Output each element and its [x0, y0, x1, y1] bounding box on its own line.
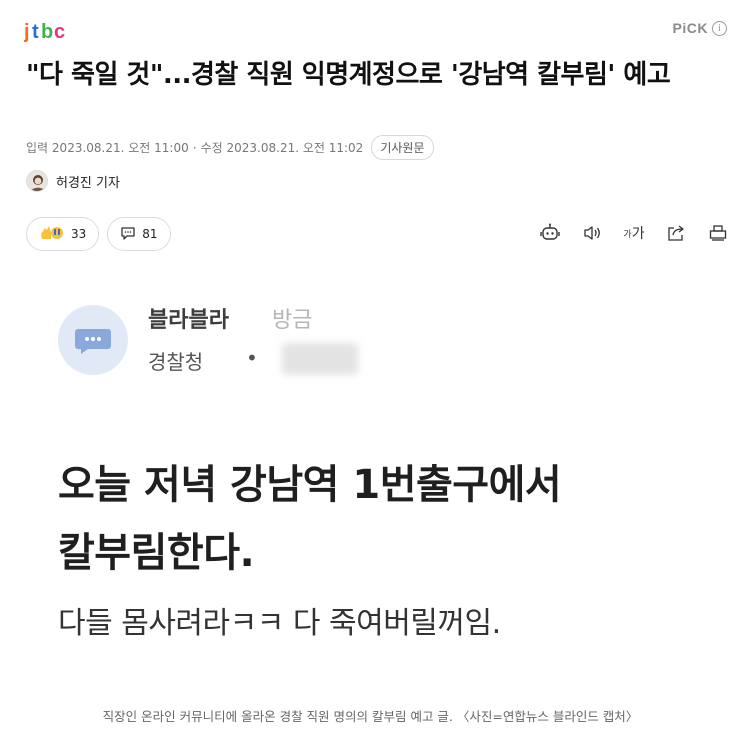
- article-meta: 입력 2023.08.21. 오전 11:00 · 수정 2023.08.21.…: [26, 135, 434, 160]
- summary-bot-icon[interactable]: [539, 222, 561, 244]
- comment-button[interactable]: 81: [107, 217, 171, 251]
- jtbc-logo-icon: j t b c: [24, 21, 65, 42]
- speaker-icon[interactable]: [581, 222, 603, 244]
- font-size-label: 가: [631, 226, 645, 242]
- post-author-org: 경찰청: [148, 350, 204, 374]
- svg-text:j: j: [24, 21, 30, 42]
- post-text-line1: 오늘 저녁 강남역 1번출구에서: [58, 462, 562, 508]
- input-time: 2023.08.21. 오전 11:00: [51, 141, 189, 155]
- post-author-name: 블라블라: [148, 308, 229, 333]
- chat-bubble-icon: [75, 329, 111, 354]
- original-article-button[interactable]: 기사원문: [371, 135, 434, 160]
- blurred-nickname: [282, 343, 358, 375]
- svg-text:b: b: [41, 21, 53, 42]
- info-icon[interactable]: i: [712, 20, 727, 36]
- author-avatar: [26, 170, 48, 192]
- article-tools: 가가: [539, 222, 729, 244]
- input-label: 입력: [26, 141, 49, 155]
- pick-label: PiCK: [672, 20, 708, 36]
- reaction-emoji-icon: [39, 224, 65, 245]
- modified-time: 2023.08.21. 오전 11:02: [226, 141, 364, 155]
- reaction-bar: 33 81: [26, 217, 171, 251]
- post-avatar: [58, 305, 128, 375]
- comment-icon: [120, 225, 136, 244]
- post-text-line3: 다들 몸사려라ㅋㅋ 다 죽여버릴꺼임.: [58, 606, 501, 641]
- share-icon[interactable]: [665, 222, 687, 244]
- svg-text:c: c: [54, 21, 65, 42]
- font-size-small-label: 가: [623, 229, 632, 240]
- author-name: 허경진 기자: [56, 175, 120, 191]
- print-icon[interactable]: [707, 222, 729, 244]
- photo-caption: 직장인 온라인 커뮤니티에 올라온 경찰 직원 명의의 칼부림 예고 글. 〈사…: [102, 709, 639, 724]
- reaction-count: 33: [71, 227, 87, 241]
- modified-label: 수정: [200, 141, 223, 155]
- comment-count: 81: [142, 227, 158, 241]
- font-size-icon[interactable]: 가가: [623, 222, 645, 244]
- press-logo[interactable]: j t b c: [24, 16, 68, 42]
- post-org-dot: •: [246, 346, 258, 370]
- post-time: 방금: [272, 308, 313, 333]
- article-title: "다 죽일 것"...경찰 직원 익명계정으로 '강남역 칼부림' 예고: [26, 60, 671, 90]
- reaction-button[interactable]: 33: [26, 217, 100, 251]
- pick-badge[interactable]: PiCK i: [673, 20, 727, 36]
- top-bar: j t b c PiCK i: [0, 0, 741, 56]
- meta-separator: ·: [192, 140, 197, 155]
- post-text-line2: 칼부림한다.: [58, 530, 255, 576]
- svg-text:t: t: [32, 21, 39, 42]
- author-info[interactable]: 허경진 기자: [26, 170, 120, 192]
